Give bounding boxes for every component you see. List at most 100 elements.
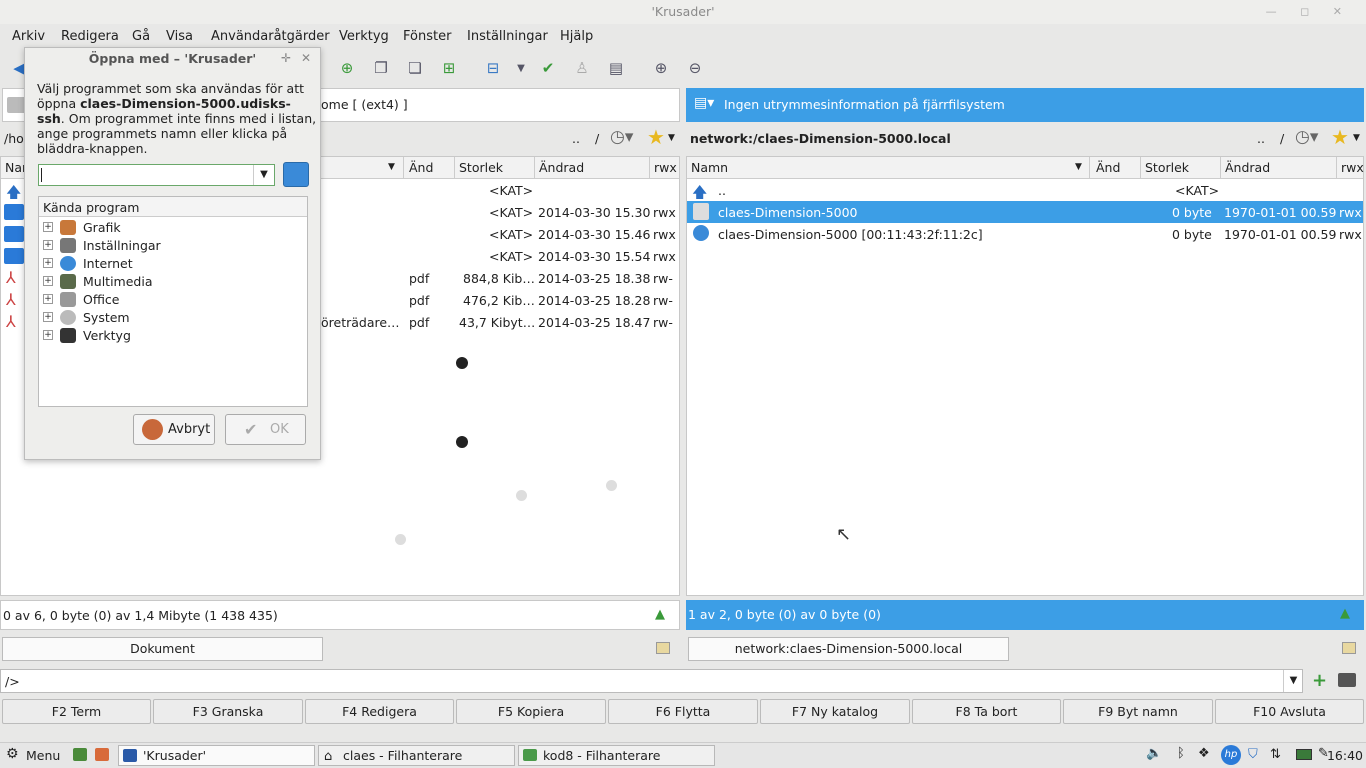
add-icon[interactable]: +: [1312, 670, 1327, 691]
f8-delete-button[interactable]: F8 Ta bort: [912, 699, 1061, 724]
copy-icon[interactable]: ❐: [370, 57, 392, 79]
menu-gear-icon[interactable]: ⚙: [6, 746, 19, 762]
right-nav-root[interactable]: /: [1280, 131, 1284, 146]
expand-up-icon[interactable]: ▲: [1340, 606, 1350, 621]
menu-fonster[interactable]: Fönster: [403, 29, 451, 44]
history-icon[interactable]: ◷▾: [1295, 127, 1318, 147]
expand-icon[interactable]: +: [43, 258, 53, 268]
menu-verktyg[interactable]: Verktyg: [339, 29, 389, 44]
right-path-bar[interactable]: network:/claes-Dimension-5000.local .. /…: [686, 125, 1364, 152]
network-icon[interactable]: ⇅: [1270, 747, 1281, 762]
window-controls[interactable]: — ◻ ✕: [1266, 0, 1352, 24]
bookmark-dropdown-icon[interactable]: ▼: [1353, 133, 1360, 143]
expand-icon[interactable]: +: [43, 312, 53, 322]
left-path[interactable]: /ho: [4, 131, 24, 146]
menu-visa[interactable]: Visa: [166, 29, 193, 44]
new-tab-icon[interactable]: [1342, 642, 1356, 654]
f2-term-button[interactable]: F2 Term: [2, 699, 151, 724]
menu-installningar[interactable]: Inställningar: [467, 29, 548, 44]
bookmark-dropdown-icon[interactable]: ▼: [668, 133, 675, 143]
right-col-size[interactable]: Storlek: [1145, 160, 1189, 175]
task-krusader[interactable]: 'Krusader': [118, 745, 315, 766]
menu-anvandaratgarder[interactable]: Användaråtgärder: [211, 29, 330, 44]
paste-icon[interactable]: ❏: [404, 57, 426, 79]
clock[interactable]: 16:40: [1323, 748, 1363, 763]
user-icon[interactable]: ♙: [571, 57, 593, 79]
left-tab[interactable]: Dokument: [2, 637, 323, 661]
launcher-icon[interactable]: [73, 748, 87, 761]
battery-icon[interactable]: [1296, 749, 1312, 760]
menu-arkiv[interactable]: Arkiv: [12, 29, 45, 44]
expand-icon[interactable]: +: [43, 294, 53, 304]
zoom-in-icon[interactable]: ⊕: [650, 57, 672, 79]
checkmark-icon[interactable]: ✔: [537, 57, 559, 79]
new-tab-icon[interactable]: [656, 642, 670, 654]
program-tree[interactable]: Kända program: [38, 196, 308, 407]
dialog-pin-icon[interactable]: ✛: [281, 51, 291, 65]
network-dropdown-icon[interactable]: ▼: [510, 57, 532, 79]
new-file-icon[interactable]: ⊕: [336, 57, 358, 79]
expand-icon[interactable]: +: [43, 330, 53, 340]
task-filhanterare-kod8[interactable]: kod8 - Filhanterare: [518, 745, 715, 766]
f9-rename-button[interactable]: F9 Byt namn: [1063, 699, 1213, 724]
history-icon[interactable]: ◷▾: [610, 127, 633, 147]
f6-move-button[interactable]: F6 Flytta: [608, 699, 758, 724]
volume-icon[interactable]: 🔈: [1146, 746, 1162, 761]
cancel-button[interactable]: Avbryt: [133, 414, 215, 445]
shield-icon[interactable]: ⛉: [1248, 747, 1258, 762]
row-size: 884,8 Kib…: [463, 271, 535, 286]
browse-folder-icon[interactable]: [283, 162, 309, 187]
f7-mkdir-button[interactable]: F7 Ny katalog: [760, 699, 910, 724]
menu-ga[interactable]: Gå: [132, 29, 150, 44]
row-ext: pdf: [409, 315, 430, 330]
expand-icon[interactable]: +: [43, 276, 53, 286]
right-path[interactable]: network:/claes-Dimension-5000.local: [690, 131, 951, 146]
right-col-ext[interactable]: Änd: [1096, 160, 1120, 175]
right-col-perm[interactable]: rwx: [1341, 160, 1364, 175]
bookmark-star-icon[interactable]: ★: [1331, 125, 1349, 149]
menu-redigera[interactable]: Redigera: [61, 29, 119, 44]
f4-edit-button[interactable]: F4 Redigera: [305, 699, 454, 724]
command-line-input[interactable]: /> ▼: [0, 669, 1303, 693]
left-col-perm[interactable]: rwx: [654, 160, 677, 175]
right-tab[interactable]: network:claes-Dimension-5000.local: [688, 637, 1009, 661]
dropbox-icon[interactable]: ❖: [1198, 746, 1210, 761]
expand-up-icon[interactable]: ▲: [655, 607, 665, 622]
terminal-icon[interactable]: [1338, 673, 1356, 687]
table-row-selected[interactable]: claes-Dimension-5000 0 byte 1970-01-01 0…: [687, 201, 1363, 223]
ok-button[interactable]: ✔ OK: [225, 414, 306, 445]
f3-view-button[interactable]: F3 Granska: [153, 699, 303, 724]
bookmark-star-icon[interactable]: ★: [647, 125, 665, 149]
clipboard-icon[interactable]: ▤: [605, 57, 627, 79]
left-nav-up[interactable]: ..: [572, 131, 580, 146]
spinner-dot: [456, 436, 468, 448]
left-col-date[interactable]: Ändrad: [539, 160, 584, 175]
right-col-date[interactable]: Ändrad: [1225, 160, 1270, 175]
f5-copy-button[interactable]: F5 Kopiera: [456, 699, 606, 724]
launcher-icon[interactable]: [95, 748, 109, 761]
left-nav-root[interactable]: /: [595, 131, 599, 146]
left-col-ext[interactable]: Änd: [409, 160, 433, 175]
sort-arrow-icon: ▼: [1075, 162, 1082, 172]
dialog-close-icon[interactable]: ✕: [301, 51, 311, 65]
disk-filter-icon[interactable]: ▤▾: [694, 95, 714, 111]
right-nav-up[interactable]: ..: [1257, 131, 1265, 146]
task-filhanterare-claes[interactable]: ⌂ claes - Filhanterare: [318, 745, 515, 766]
menu-hjalp[interactable]: Hjälp: [560, 29, 593, 44]
row-name: claes-Dimension-5000 [00:11:43:2f:11:2c]: [718, 227, 983, 242]
f10-quit-button[interactable]: F10 Avsluta: [1215, 699, 1364, 724]
program-dropdown-icon[interactable]: ▼: [253, 165, 274, 185]
program-input[interactable]: ▼: [38, 164, 275, 186]
zoom-out-icon[interactable]: ⊖: [684, 57, 706, 79]
network-icon[interactable]: ⊟: [482, 57, 504, 79]
left-col-size[interactable]: Storlek: [459, 160, 503, 175]
tree-item-label: System: [83, 310, 130, 325]
bluetooth-icon[interactable]: ᛒ: [1177, 746, 1185, 761]
command-history-dropdown-icon[interactable]: ▼: [1283, 670, 1303, 692]
hp-icon[interactable]: hp: [1221, 745, 1241, 765]
taskbar-menu-button[interactable]: Menu: [26, 748, 60, 763]
right-col-name[interactable]: Namn: [691, 160, 728, 175]
expand-icon[interactable]: +: [43, 222, 53, 232]
new-folder-icon[interactable]: ⊞: [438, 57, 460, 79]
expand-icon[interactable]: +: [43, 240, 53, 250]
